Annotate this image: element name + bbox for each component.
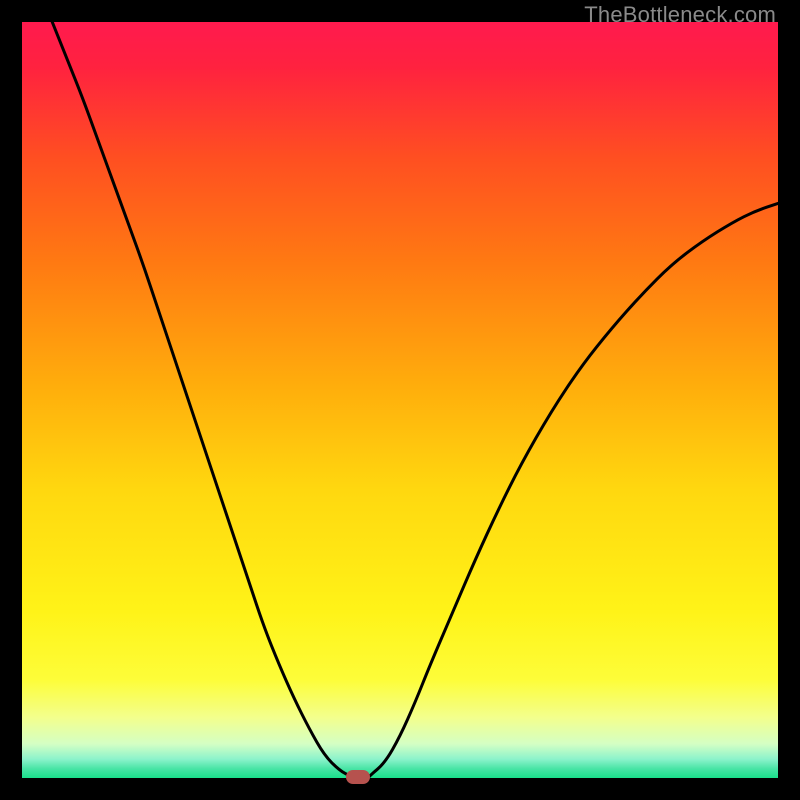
chart-svg	[22, 22, 778, 778]
chart-frame	[22, 22, 778, 778]
gradient-background	[22, 22, 778, 778]
minimum-marker	[346, 770, 370, 784]
